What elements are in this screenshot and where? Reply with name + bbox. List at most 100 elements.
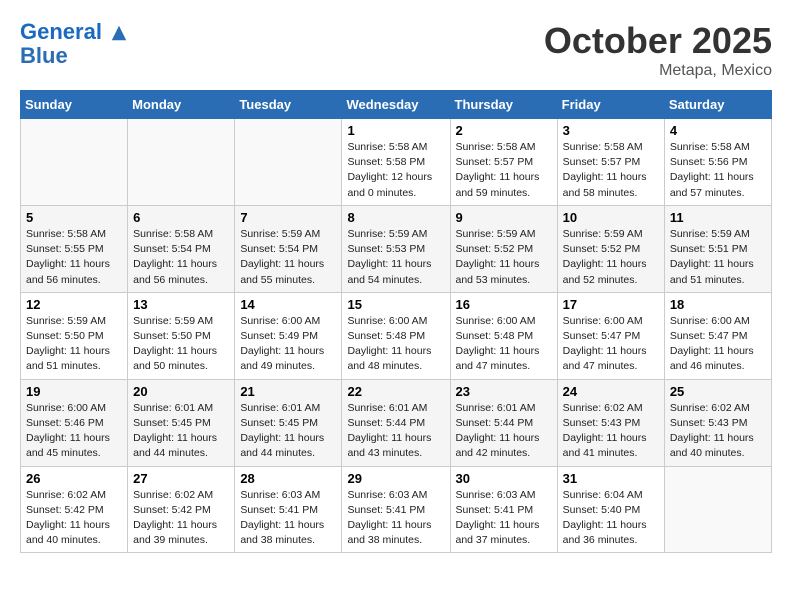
day-number: 6: [133, 210, 229, 225]
day-info: Sunrise: 5:58 AMSunset: 5:57 PMDaylight:…: [456, 140, 552, 201]
day-info-line: and 48 minutes.: [347, 359, 444, 374]
day-info-line: Daylight: 11 hours: [26, 518, 122, 533]
day-info-line: and 47 minutes.: [456, 359, 552, 374]
day-info-line: Sunrise: 5:58 AM: [26, 227, 122, 242]
day-info-line: Daylight: 11 hours: [563, 431, 659, 446]
month-title: October 2025: [544, 20, 772, 62]
day-info: Sunrise: 6:02 AMSunset: 5:43 PMDaylight:…: [670, 401, 766, 462]
day-info-line: Sunset: 5:57 PM: [563, 155, 659, 170]
day-info-line: Sunrise: 5:59 AM: [26, 314, 122, 329]
col-header-friday: Friday: [557, 91, 664, 119]
day-info-line: Sunrise: 6:00 AM: [456, 314, 552, 329]
day-info: Sunrise: 6:03 AMSunset: 5:41 PMDaylight:…: [347, 488, 444, 549]
day-info-line: Sunset: 5:50 PM: [133, 329, 229, 344]
day-info-line: Sunrise: 5:59 AM: [670, 227, 766, 242]
day-info-line: Daylight: 11 hours: [240, 431, 336, 446]
day-number: 29: [347, 471, 444, 486]
day-info-line: and 0 minutes.: [347, 186, 444, 201]
day-number: 7: [240, 210, 336, 225]
day-info: Sunrise: 5:59 AMSunset: 5:50 PMDaylight:…: [26, 314, 122, 375]
day-cell: 28Sunrise: 6:03 AMSunset: 5:41 PMDayligh…: [235, 466, 342, 553]
day-info-line: and 46 minutes.: [670, 359, 766, 374]
day-info-line: Sunrise: 5:59 AM: [347, 227, 444, 242]
day-number: 4: [670, 123, 766, 138]
day-number: 21: [240, 384, 336, 399]
logo-text: General: [20, 20, 128, 44]
day-info-line: Daylight: 11 hours: [240, 518, 336, 533]
day-cell: 7Sunrise: 5:59 AMSunset: 5:54 PMDaylight…: [235, 205, 342, 292]
day-number: 28: [240, 471, 336, 486]
day-info: Sunrise: 6:00 AMSunset: 5:47 PMDaylight:…: [670, 314, 766, 375]
day-info: Sunrise: 5:58 AMSunset: 5:54 PMDaylight:…: [133, 227, 229, 288]
day-info: Sunrise: 6:01 AMSunset: 5:44 PMDaylight:…: [347, 401, 444, 462]
day-info-line: and 51 minutes.: [670, 273, 766, 288]
day-number: 18: [670, 297, 766, 312]
day-info-line: Sunrise: 6:03 AM: [456, 488, 552, 503]
day-info: Sunrise: 5:59 AMSunset: 5:52 PMDaylight:…: [456, 227, 552, 288]
day-info-line: Sunset: 5:43 PM: [563, 416, 659, 431]
day-info-line: Daylight: 11 hours: [563, 344, 659, 359]
day-info-line: Sunset: 5:57 PM: [456, 155, 552, 170]
day-info-line: Sunset: 5:44 PM: [456, 416, 552, 431]
day-info-line: Sunset: 5:49 PM: [240, 329, 336, 344]
day-info-line: and 40 minutes.: [26, 533, 122, 548]
day-cell: 8 Sunrise: 5:59 AMSunset: 5:53 PMDaylight…: [342, 205, 450, 292]
day-info-line: Sunrise: 5:58 AM: [670, 140, 766, 155]
day-info-line: Sunset: 5:41 PM: [347, 503, 444, 518]
week-row-5: 26Sunrise: 6:02 AMSunset: 5:42 PMDayligh…: [21, 466, 772, 553]
day-info: Sunrise: 6:00 AMSunset: 5:47 PMDaylight:…: [563, 314, 659, 375]
day-cell: 12Sunrise: 5:59 AMSunset: 5:50 PMDayligh…: [21, 292, 128, 379]
day-info-line: Sunset: 5:46 PM: [26, 416, 122, 431]
day-info: Sunrise: 6:04 AMSunset: 5:40 PMDaylight:…: [563, 488, 659, 549]
day-number: 24: [563, 384, 659, 399]
day-info-line: Sunset: 5:50 PM: [26, 329, 122, 344]
day-info-line: and 50 minutes.: [133, 359, 229, 374]
day-info-line: Sunrise: 5:59 AM: [240, 227, 336, 242]
day-info-line: Sunset: 5:56 PM: [670, 155, 766, 170]
day-info-line: Daylight: 11 hours: [133, 518, 229, 533]
day-number: 22: [347, 384, 444, 399]
day-info: Sunrise: 6:02 AMSunset: 5:43 PMDaylight:…: [563, 401, 659, 462]
day-info-line: and 47 minutes.: [563, 359, 659, 374]
day-number: 8: [347, 210, 444, 225]
day-cell: 23 Sunrise: 6:01 AMSunset: 5:44 PMDayligh…: [450, 379, 557, 466]
day-info-line: Sunrise: 6:01 AM: [456, 401, 552, 416]
day-cell: 17Sunrise: 6:00 AMSunset: 5:47 PMDayligh…: [557, 292, 664, 379]
day-info-line: Sunrise: 6:04 AM: [563, 488, 659, 503]
day-cell: 31Sunrise: 6:04 AMSunset: 5:40 PMDayligh…: [557, 466, 664, 553]
day-info-line: Sunset: 5:52 PM: [456, 242, 552, 257]
week-row-3: 12Sunrise: 5:59 AMSunset: 5:50 PMDayligh…: [21, 292, 772, 379]
day-info-line: and 37 minutes.: [456, 533, 552, 548]
day-number: 3: [563, 123, 659, 138]
day-number: 23: [456, 384, 552, 399]
day-cell: 29 Sunrise: 6:03 AMSunset: 5:41 PMDayligh…: [342, 466, 450, 553]
day-info-line: Daylight: 11 hours: [670, 344, 766, 359]
day-info-line: and 38 minutes.: [347, 533, 444, 548]
day-info-line: and 43 minutes.: [347, 446, 444, 461]
location: Metapa, Mexico: [544, 62, 772, 80]
day-info-line: Daylight: 11 hours: [456, 344, 552, 359]
col-header-thursday: Thursday: [450, 91, 557, 119]
day-cell: [21, 119, 128, 206]
day-cell: 19Sunrise: 6:00 AMSunset: 5:46 PMDayligh…: [21, 379, 128, 466]
day-info-line: Sunset: 5:41 PM: [240, 503, 336, 518]
day-cell: 10Sunrise: 5:59 AMSunset: 5:52 PMDayligh…: [557, 205, 664, 292]
day-info-line: Sunrise: 6:01 AM: [347, 401, 444, 416]
day-info-line: Daylight: 11 hours: [26, 431, 122, 446]
day-info-line: Daylight: 11 hours: [347, 431, 444, 446]
day-cell: [128, 119, 235, 206]
day-info-line: Daylight: 11 hours: [133, 431, 229, 446]
day-info-line: Sunrise: 6:00 AM: [347, 314, 444, 329]
day-info-line: Sunset: 5:45 PM: [133, 416, 229, 431]
day-info-line: Sunrise: 5:58 AM: [563, 140, 659, 155]
day-info-line: Daylight: 11 hours: [456, 431, 552, 446]
logo-text2: Blue: [20, 44, 128, 68]
logo-icon: [110, 24, 128, 42]
day-cell: 2Sunrise: 5:58 AMSunset: 5:57 PMDaylight…: [450, 119, 557, 206]
day-number: 14: [240, 297, 336, 312]
day-info: Sunrise: 5:59 AMSunset: 5:53 PMDaylight:…: [347, 227, 444, 288]
day-info: Sunrise: 5:59 AMSunset: 5:51 PMDaylight:…: [670, 227, 766, 288]
day-cell: 26Sunrise: 6:02 AMSunset: 5:42 PMDayligh…: [21, 466, 128, 553]
week-row-1: 1Sunrise: 5:58 AMSunset: 5:58 PMDaylight…: [21, 119, 772, 206]
day-cell: 13Sunrise: 5:59 AMSunset: 5:50 PMDayligh…: [128, 292, 235, 379]
